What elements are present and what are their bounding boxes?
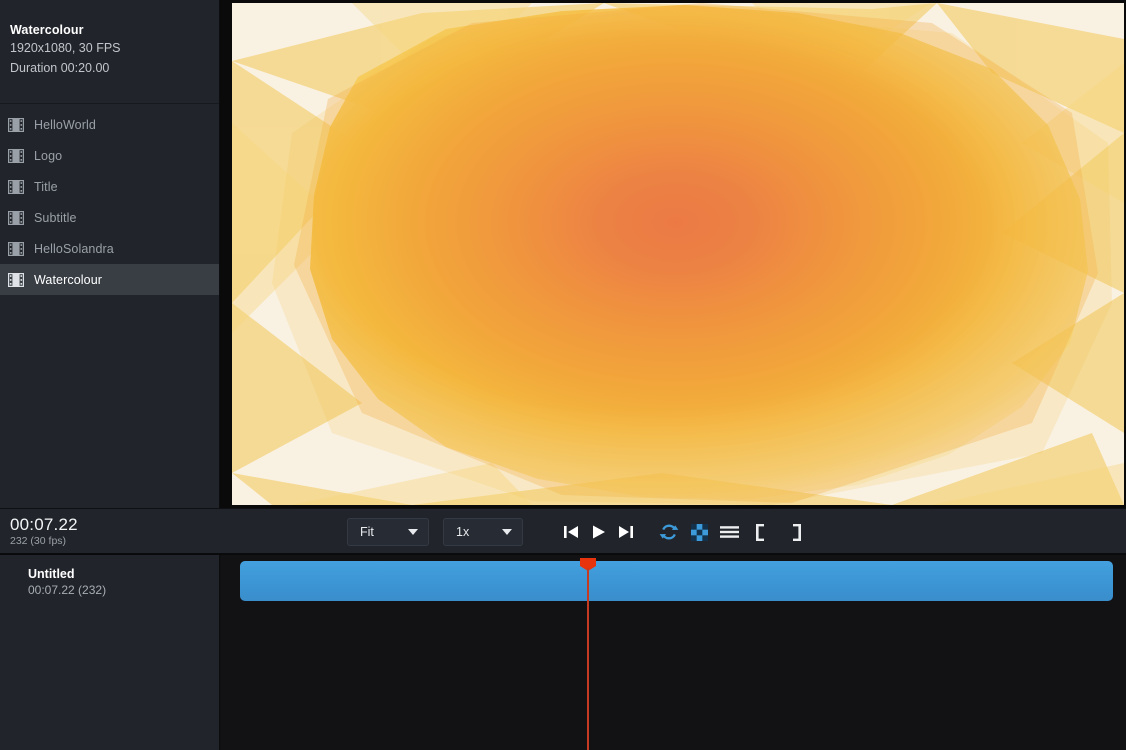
project-title: Watercolour — [10, 22, 209, 38]
layer-row[interactable]: Untitled 00:07.22 (232) — [0, 555, 219, 599]
project-info-header: Watercolour 1920x1080, 30 FPS Duration 0… — [0, 0, 219, 104]
transport-bar: 00:07.22 232 (30 fps) Fit 1x — [0, 508, 1126, 554]
composition-item-label: Watercolour — [34, 273, 102, 287]
hamburger-menu-icon — [720, 525, 739, 539]
bracket-out-icon — [790, 524, 801, 541]
play-button[interactable] — [585, 517, 611, 547]
composition-item-title[interactable]: Title — [0, 171, 219, 202]
composition-item-helloworld[interactable]: HelloWorld — [0, 109, 219, 140]
composition-list: HelloWorld — [0, 104, 219, 295]
composition-item-label: Logo — [34, 149, 62, 163]
composition-item-label: Subtitle — [34, 211, 77, 225]
bracket-in-icon — [756, 524, 767, 541]
composition-item-label: Title — [34, 180, 58, 194]
track-area[interactable] — [221, 555, 1126, 750]
skip-to-end-icon — [617, 524, 634, 540]
layer-panel: Untitled 00:07.22 (232) — [0, 555, 220, 750]
transport-controls: Fit 1x — [347, 509, 808, 555]
frame-info: 232 (30 fps) — [10, 535, 210, 548]
project-panel: Watercolour 1920x1080, 30 FPS Duration 0… — [0, 0, 220, 508]
zoom-fit-value: Fit — [348, 525, 408, 539]
timeline-clip[interactable] — [240, 561, 1113, 601]
film-strip-icon — [8, 149, 24, 163]
composition-item-subtitle[interactable]: Subtitle — [0, 202, 219, 233]
layer-time: 00:07.22 (232) — [28, 582, 211, 599]
playback-speed-dropdown[interactable]: 1x — [443, 518, 523, 546]
watercolour-artwork — [232, 3, 1124, 505]
skip-to-start-icon — [563, 524, 580, 540]
playhead[interactable] — [580, 558, 596, 750]
composition-item-label: HelloWorld — [34, 118, 96, 132]
loop-button[interactable] — [656, 517, 682, 547]
layer-name: Untitled — [28, 566, 211, 582]
preview-area — [221, 0, 1126, 508]
set-out-point-button[interactable] — [782, 517, 808, 547]
chevron-down-icon — [408, 529, 418, 535]
transparency-grid-button[interactable] — [686, 517, 712, 547]
composition-item-watercolour[interactable]: Watercolour — [0, 264, 219, 295]
timeline: Untitled 00:07.22 (232) — [0, 555, 1126, 750]
playhead-line — [587, 568, 589, 750]
set-in-point-button[interactable] — [748, 517, 774, 547]
menu-button[interactable] — [716, 517, 742, 547]
project-resolution-fps: 1920x1080, 30 FPS — [10, 38, 209, 58]
film-strip-icon — [8, 242, 24, 256]
zoom-fit-dropdown[interactable]: Fit — [347, 518, 429, 546]
composition-item-hellosolandra[interactable]: HelloSolandra — [0, 233, 219, 264]
playback-speed-value: 1x — [444, 525, 502, 539]
film-strip-icon — [8, 273, 24, 287]
play-icon — [590, 524, 607, 540]
video-editor-window: Watercolour 1920x1080, 30 FPS Duration 0… — [0, 0, 1126, 750]
composition-item-label: HelloSolandra — [34, 242, 114, 256]
timecode-value: 00:07.22 — [10, 514, 210, 535]
film-strip-icon — [8, 118, 24, 132]
film-strip-icon — [8, 180, 24, 194]
preview-canvas[interactable] — [232, 3, 1124, 505]
top-area: Watercolour 1920x1080, 30 FPS Duration 0… — [0, 0, 1126, 508]
composition-item-logo[interactable]: Logo — [0, 140, 219, 171]
skip-to-end-button[interactable] — [612, 517, 638, 547]
loop-icon — [659, 523, 679, 541]
film-strip-icon — [8, 211, 24, 225]
chevron-down-icon — [502, 529, 512, 535]
timecode-display[interactable]: 00:07.22 232 (30 fps) — [10, 514, 210, 548]
checkerboard-icon — [691, 524, 708, 541]
skip-to-start-button[interactable] — [558, 517, 584, 547]
project-duration: Duration 00:20.00 — [10, 58, 209, 78]
